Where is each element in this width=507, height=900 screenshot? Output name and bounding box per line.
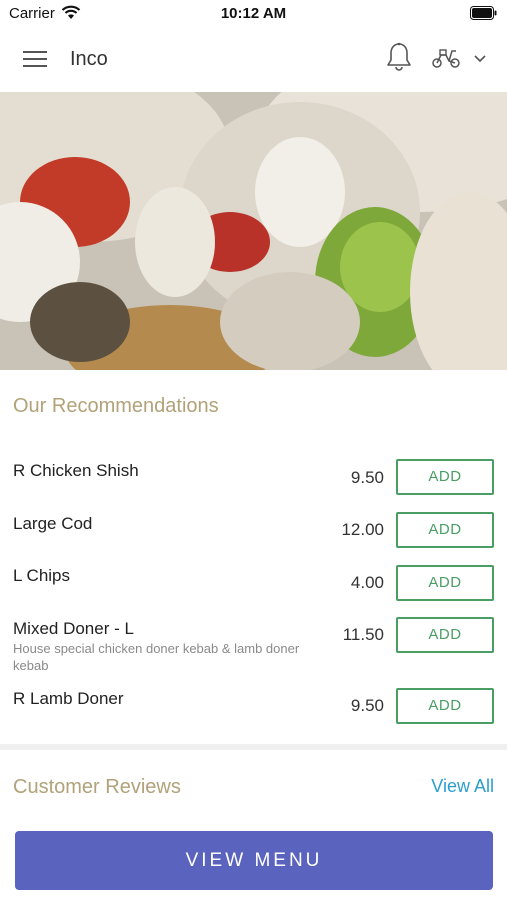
status-time: 10:12 AM [220,5,287,22]
item-name: Mixed Doner - L [13,619,134,638]
hero-image [0,92,507,370]
item-price: 11.50 [342,625,384,644]
item-name: R Lamb Doner [13,689,124,708]
view-all-link[interactable]: View All [431,776,494,797]
app-header: Inco [0,26,507,92]
add-button[interactable]: ADD [396,617,494,653]
item-price: 4.00 [350,573,384,592]
food-wrap-photo [0,92,507,370]
item-price: 9.50 [350,696,384,715]
section-divider [0,744,507,750]
scooter-icon[interactable] [431,47,461,69]
app-title: Inco [70,48,108,70]
add-button[interactable]: ADD [396,512,494,548]
item-description: House special chicken doner kebab & lamb… [13,641,300,673]
menu-icon[interactable] [23,50,47,68]
item-name: L Chips [13,566,71,585]
item-price: 12.00 [341,520,384,539]
bell-icon[interactable] [386,42,412,72]
item-name: Large Cod [13,514,93,533]
item-price: 9.50 [350,468,384,487]
status-bar: Carrier 10:12 AM [0,0,507,26]
recommendations-title: Our Recommendations [13,395,219,417]
add-button[interactable]: ADD [396,459,494,495]
reviews-title: Customer Reviews [13,776,181,798]
view-menu-button[interactable]: VIEW MENU [15,831,493,890]
item-name: R Chicken Shish [13,461,139,480]
add-button[interactable]: ADD [396,565,494,601]
battery-icon [470,6,497,20]
chevron-down-icon[interactable] [473,54,487,64]
add-button[interactable]: ADD [396,688,494,724]
